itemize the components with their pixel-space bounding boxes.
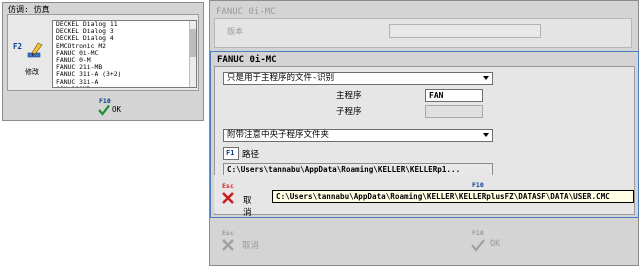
f10-key-label: F10: [472, 181, 484, 189]
main-program-label: 主程序: [336, 91, 362, 101]
folder-mode-value: 附带注意中央子程序文件夹: [227, 130, 330, 140]
cancel-button[interactable]: Esc 取消: [219, 182, 259, 218]
path-tooltip: C:\Users\tannabu\AppData\Roaming\KELLER\…: [272, 190, 634, 203]
close-icon: [222, 239, 234, 251]
fanuc-background-title: FANUC 0i-MC: [216, 7, 276, 17]
simulation-dialog-titlebar: 仿调: 仿真: [3, 3, 203, 14]
program-mode-value: 只是用于主程序的文件-识别: [227, 73, 335, 83]
fanuc-settings-dialog: FANUC 0i-MC 只是用于主程序的文件-识别 主程序 FAN 子程序 附带…: [210, 51, 639, 218]
ok-label: OK: [112, 105, 122, 114]
sub-program-label: 子程序: [336, 107, 362, 117]
f1-key-button[interactable]: F1: [223, 147, 239, 160]
f10-key-label: F10: [472, 229, 484, 237]
pencil-icon[interactable]: [26, 41, 46, 61]
cancel-label: 取消: [243, 196, 252, 218]
controller-list[interactable]: DECKEL Dialog 11 DECKEL Dialog 3 DECKEL Di…: [52, 20, 197, 88]
check-icon: [471, 239, 485, 252]
chevron-down-icon: [483, 133, 489, 137]
controller-panel: F2 修改 DECKEL Dialog 11 DECKEL Dialog 3 DEC…: [7, 14, 199, 91]
fanuc-dialog-title: FANUC 0i-MC: [217, 55, 277, 65]
path-value: C:\Users\tannabu\AppData\Roaming\KELLER\…: [227, 165, 461, 174]
main-program-field[interactable]: FAN: [425, 89, 483, 102]
bg-ok-label: OK: [490, 239, 501, 249]
change-label: 修改: [25, 68, 39, 76]
path-label: 路径: [242, 150, 260, 160]
folder-mode-dropdown[interactable]: 附带注意中央子程序文件夹: [223, 129, 493, 142]
controller-list-item[interactable]: GSK 980MD: [53, 85, 196, 87]
chevron-down-icon: [483, 76, 489, 80]
scrollbar-thumb[interactable]: [190, 29, 196, 57]
f1-key-label: F1: [226, 149, 235, 157]
close-icon: [222, 192, 234, 204]
controller-list-scrollbar[interactable]: [189, 21, 196, 87]
check-icon: [98, 104, 110, 116]
path-tooltip-text: C:\Users\tannabu\AppData\Roaming\KELLER\…: [276, 192, 610, 201]
esc-key-label: Esc: [222, 182, 234, 190]
version-label: 版本: [227, 27, 243, 36]
sub-program-field: [425, 105, 483, 118]
main-program-value: FAN: [429, 91, 444, 100]
esc-key-label: Esc: [222, 229, 234, 237]
bg-ok-button: F10 OK: [470, 229, 504, 255]
program-mode-dropdown[interactable]: 只是用于主程序的文件-识别: [223, 72, 493, 85]
f2-key-label: F2: [13, 42, 23, 51]
dialog-button-area: Esc 取消 F10 C:\Users\tannabu\AppData\Roam…: [214, 175, 634, 218]
bg-cancel-label: 取消: [242, 241, 260, 251]
version-panel: 版本: [214, 18, 632, 48]
version-field: [389, 24, 541, 38]
sim-ok-button[interactable]: F10 OK: [95, 97, 129, 117]
bg-cancel-button: Esc 取消: [220, 229, 280, 255]
simulation-dialog: 仿调: 仿真 F2 修改 DECKEL Dialog 11 DECKEL Dial…: [2, 2, 204, 121]
